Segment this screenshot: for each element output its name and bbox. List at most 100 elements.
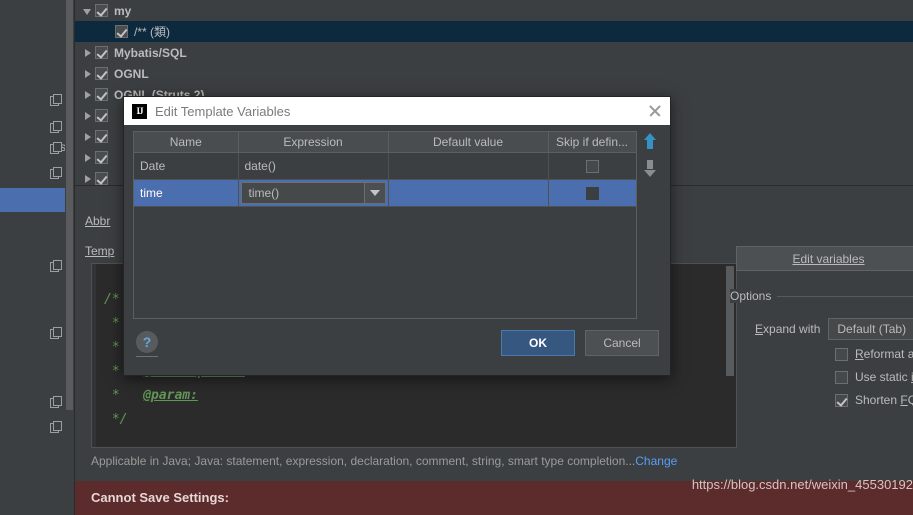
chevron-right-icon[interactable] xyxy=(81,130,95,144)
abbreviation-label: Abbr xyxy=(85,214,111,228)
cell-expression[interactable]: date() xyxy=(238,152,389,180)
settings-sidebar[interactable]: es xyxy=(0,0,75,515)
tree-row-checkbox[interactable] xyxy=(95,67,108,80)
variables-table-container[interactable]: Name Expression Default value Skip if defin… xyxy=(133,131,637,319)
table-row[interactable]: time time() xyxy=(134,179,636,207)
javadoc-tag-param: @param: xyxy=(143,388,198,403)
table-column-header[interactable]: Name xyxy=(134,132,239,153)
sidebar-scrollbar-thumb[interactable] xyxy=(66,0,73,410)
change-context-link[interactable]: Change xyxy=(635,454,677,468)
tree-row[interactable]: Mybatis/SQL xyxy=(75,42,913,63)
tree-row-checkbox[interactable] xyxy=(95,109,108,122)
intellij-idea-icon: IJ xyxy=(132,103,147,119)
copy-icon xyxy=(50,121,62,133)
cell-skip-if-defined[interactable] xyxy=(548,152,636,180)
chevron-right-icon[interactable] xyxy=(81,67,95,81)
skip-if-defined-checkbox[interactable] xyxy=(585,160,599,174)
tree-row-checkbox[interactable] xyxy=(95,88,108,101)
dialog-body: Name Expression Default value Skip if defin… xyxy=(124,125,670,375)
shorten-fq-checkbox[interactable] xyxy=(835,393,848,407)
reformat-checkbox[interactable] xyxy=(835,347,848,361)
tree-row-label: my xyxy=(114,3,132,18)
shorten-fq-checkbox-label: Shorten FQ names xyxy=(855,393,913,407)
cancel-button[interactable]: Cancel xyxy=(585,330,659,356)
sidebar-scrollbar[interactable] xyxy=(65,0,74,515)
chevron-right-icon[interactable] xyxy=(81,151,95,165)
table-column-header[interactable]: Expression xyxy=(238,132,389,153)
chevron-right-icon[interactable] xyxy=(81,46,95,60)
cell-default-value[interactable] xyxy=(388,152,549,180)
expression-combo[interactable]: time() xyxy=(240,182,386,204)
shorten-fq-checkbox-row[interactable]: Shorten FQ names xyxy=(835,393,913,407)
copy-icon xyxy=(50,260,62,272)
tree-row-checkbox[interactable] xyxy=(95,4,108,17)
error-bar: Cannot Save Settings: https://blog.csdn.… xyxy=(75,477,913,515)
arrow-up-icon[interactable] xyxy=(642,133,658,150)
copy-icon xyxy=(50,94,62,106)
static-import-checkbox-row[interactable]: Use static import if pos xyxy=(835,370,913,384)
copy-icon xyxy=(50,327,62,339)
editor-scrollbar-thumb[interactable] xyxy=(726,266,734,376)
table-column-header[interactable]: Skip if defin... xyxy=(548,132,636,153)
chevron-right-icon[interactable] xyxy=(81,172,95,186)
tree-row-label: OGNL xyxy=(114,66,149,81)
code-line: * xyxy=(104,316,120,331)
cell-expression[interactable]: time() xyxy=(238,179,389,207)
copy-icon xyxy=(50,396,62,408)
table-row[interactable]: Date date() xyxy=(134,152,636,180)
intellij-settings-window: es my/** (類) Mybatis/SQL OGNL OGNL (Struts … xyxy=(0,0,913,515)
tree-row-checkbox[interactable] xyxy=(115,25,128,38)
tree-row[interactable]: /** (類) xyxy=(75,21,913,42)
cell-skip-if-defined[interactable] xyxy=(548,179,636,207)
cell-default-value[interactable] xyxy=(388,179,549,207)
expand-with-combo[interactable]: Default (Tab) xyxy=(828,318,913,340)
arrow-down-icon[interactable] xyxy=(642,160,658,177)
reformat-checkbox-label: Reformat according to xyxy=(855,347,913,361)
expand-with-row[interactable]: Expand with Default (Tab) xyxy=(755,318,913,340)
tree-row[interactable]: OGNL xyxy=(75,63,913,84)
expand-with-label: Expand with xyxy=(755,322,821,336)
tree-row-checkbox[interactable] xyxy=(95,151,108,164)
copy-icon xyxy=(50,421,62,433)
skip-if-defined-checkbox[interactable] xyxy=(585,187,599,201)
edit-template-variables-dialog: IJ Edit Template Variables Name Expressio… xyxy=(123,96,671,376)
expression-combo-value: time() xyxy=(248,186,280,200)
cell-variable-name[interactable]: Date xyxy=(134,152,239,180)
tree-row-checkbox[interactable] xyxy=(95,172,108,185)
chevron-down-icon[interactable] xyxy=(81,4,95,18)
reformat-checkbox-row[interactable]: Reformat according to xyxy=(835,347,913,361)
template-text-label: Temp xyxy=(85,244,115,258)
watermark-url: https://blog.csdn.net/weixin_45530192 xyxy=(691,477,913,492)
error-message: Cannot Save Settings: xyxy=(91,490,229,505)
code-line: /* xyxy=(104,292,120,307)
tree-row-checkbox[interactable] xyxy=(95,130,108,143)
editor-gutter xyxy=(92,264,96,447)
row-move-buttons[interactable] xyxy=(642,133,664,187)
table-column-header[interactable]: Default value xyxy=(388,132,549,153)
chevron-right-icon[interactable] xyxy=(81,88,95,102)
chevron-down-icon[interactable] xyxy=(363,183,385,203)
help-button-underline xyxy=(136,356,158,357)
tree-row-label: /** (類) xyxy=(134,25,171,39)
options-section-title: Options xyxy=(730,289,778,303)
variables-table: Name Expression Default value Skip if defin… xyxy=(134,132,636,207)
static-import-checkbox[interactable] xyxy=(835,370,848,384)
help-button[interactable]: ? xyxy=(136,331,158,353)
ok-button[interactable]: OK xyxy=(501,330,575,356)
chevron-right-icon[interactable] xyxy=(81,109,95,123)
applicable-context-text: Applicable in Java; Java: statement, exp… xyxy=(91,454,677,468)
applicable-text: Applicable in Java; Java: statement, exp… xyxy=(91,454,636,468)
code-line: * xyxy=(104,340,120,355)
close-icon[interactable] xyxy=(648,104,662,118)
tree-row-checkbox[interactable] xyxy=(95,46,108,59)
dialog-title-bar[interactable]: IJ Edit Template Variables xyxy=(124,97,670,125)
table-header-row: Name Expression Default value Skip if defin… xyxy=(134,132,636,153)
sidebar-selected-row[interactable] xyxy=(0,188,74,212)
copy-icon xyxy=(50,142,62,154)
tree-row[interactable]: my xyxy=(75,0,913,21)
cell-variable-name[interactable]: time xyxy=(134,179,239,207)
edit-variables-button[interactable]: Edit variables xyxy=(736,246,913,271)
code-line: * @param: xyxy=(104,388,198,403)
tree-row-label: Mybatis/SQL xyxy=(114,45,187,60)
